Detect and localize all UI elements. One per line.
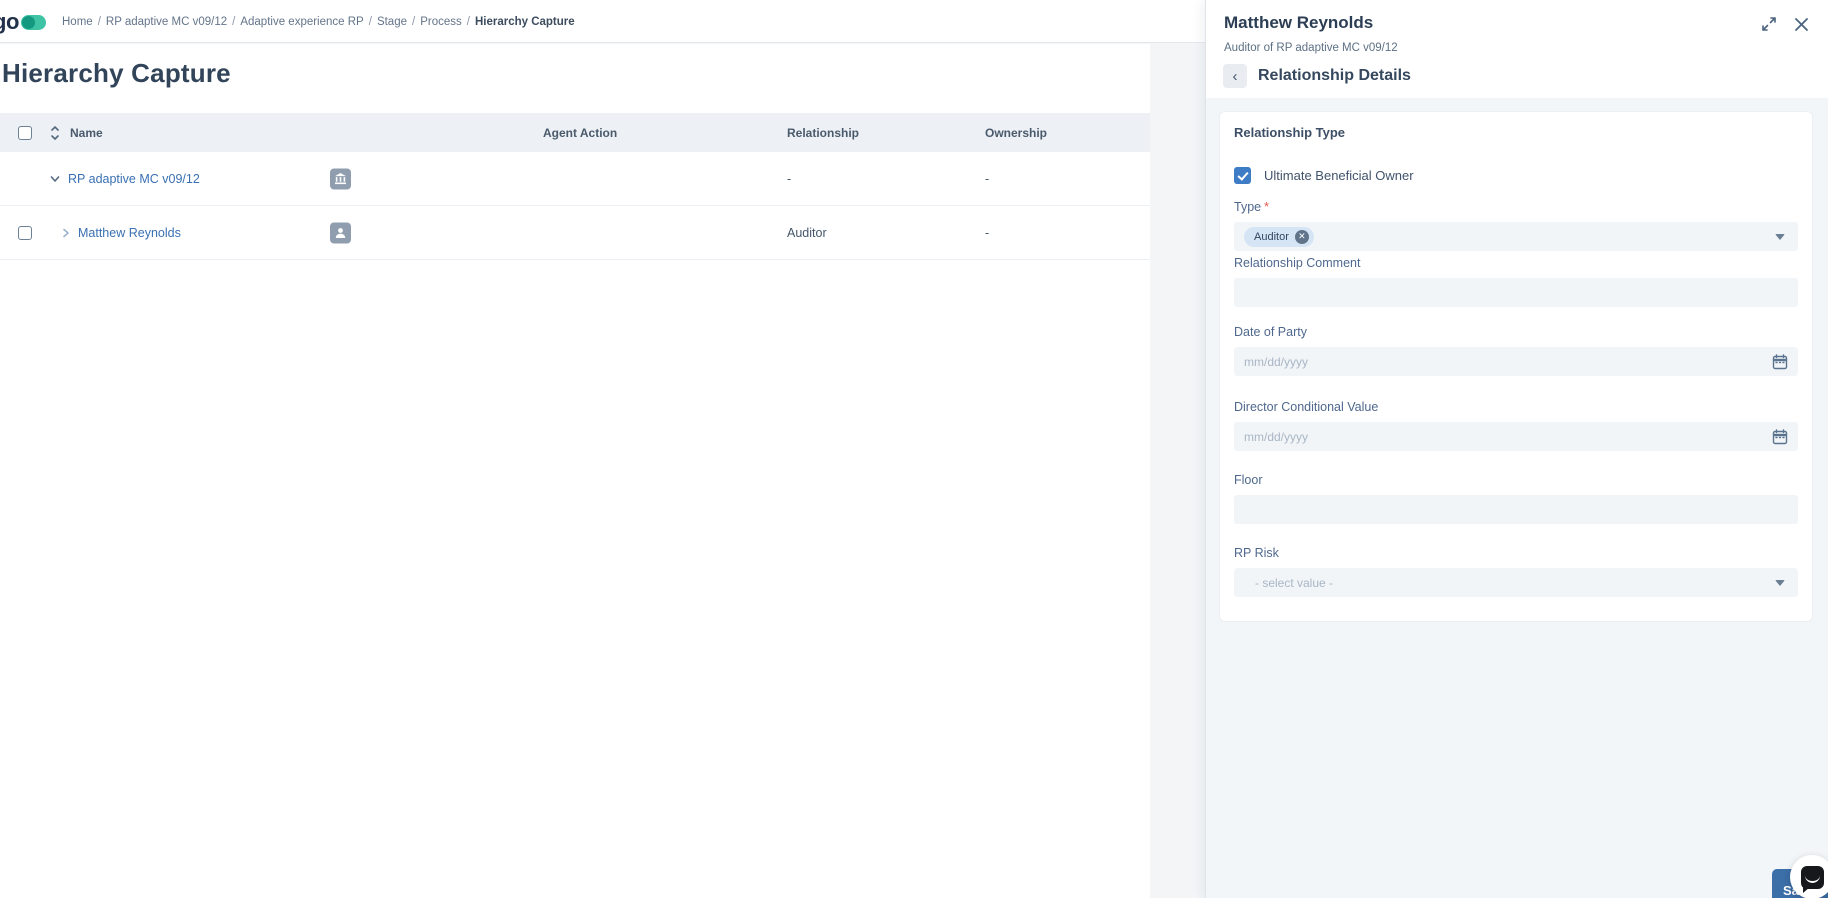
breadcrumb-item-process[interactable]: Process	[420, 16, 462, 28]
table-row-rp-adaptive: RP adaptive MC v09/12 - -	[0, 152, 1150, 206]
director-conditional-value-label: Director Conditional Value	[1234, 400, 1379, 414]
table-header-row: Name Agent Action Relationship Ownership	[0, 113, 1150, 152]
panel-subtitle: Auditor of RP adaptive MC v09/12	[1224, 42, 1398, 54]
type-label: Type *	[1234, 200, 1269, 214]
chat-bubble-icon	[1800, 865, 1824, 893]
relationship-form-card: Relationship Type Ultimate Beneficial Ow…	[1219, 111, 1813, 622]
top-bar: go Home / RP adaptive MC v09/12 / Adaptive e…	[0, 0, 1205, 43]
chat-launcher-button[interactable]	[1790, 855, 1828, 898]
person-icon	[330, 222, 351, 243]
relationship-value: Auditor	[787, 225, 827, 240]
logo-text: go	[0, 9, 19, 34]
calendar-icon[interactable]	[1772, 428, 1788, 445]
row-checkbox[interactable]	[18, 225, 32, 240]
breadcrumb-separator: /	[97, 15, 101, 28]
page-title: Hierarchy Capture	[2, 58, 231, 88]
entity-link-rp-adaptive[interactable]: RP adaptive MC v09/12	[68, 172, 200, 186]
app-logo[interactable]: go	[0, 9, 46, 35]
breadcrumb-item-rp[interactable]: RP adaptive MC v09/12	[106, 16, 227, 28]
ownership-value: -	[985, 171, 990, 186]
column-header-ownership: Ownership	[985, 125, 1048, 140]
relationship-comment-label: Relationship Comment	[1234, 256, 1361, 270]
breadcrumb-separator: /	[368, 15, 372, 28]
chevron-down-icon	[1775, 579, 1785, 586]
ownership-value: -	[985, 225, 990, 240]
floor-label: Floor	[1234, 473, 1263, 487]
entity-link-matthew-reynolds[interactable]: Matthew Reynolds	[78, 226, 181, 240]
type-select[interactable]: Auditor ✕	[1234, 222, 1798, 251]
breadcrumb-item-stage[interactable]: Stage	[377, 16, 407, 28]
details-side-panel: Matthew Reynolds Auditor of RP adaptive …	[1205, 0, 1828, 898]
breadcrumb-separator: /	[232, 15, 236, 28]
required-asterisk: *	[1264, 200, 1269, 214]
breadcrumb-item-adaptive[interactable]: Adaptive experience RP	[240, 16, 363, 28]
bank-icon	[330, 168, 351, 189]
chevron-down-icon[interactable]	[49, 173, 61, 185]
rp-risk-label: RP Risk	[1234, 546, 1279, 560]
chip-remove-icon[interactable]: ✕	[1294, 229, 1309, 244]
panel-body: Relationship Type Ultimate Beneficial Ow…	[1206, 98, 1828, 898]
breadcrumb-separator: /	[412, 15, 416, 28]
panel-title: Matthew Reynolds	[1224, 13, 1374, 32]
close-icon[interactable]	[1792, 15, 1810, 33]
select-all-checkbox[interactable]	[18, 125, 32, 140]
section-title: Relationship Details	[1258, 67, 1411, 84]
ubo-checkbox[interactable]	[1234, 167, 1251, 184]
breadcrumb-item-home[interactable]: Home	[62, 16, 93, 28]
column-header-relationship: Relationship	[787, 125, 860, 140]
logo-toggle-icon	[20, 14, 46, 30]
breadcrumb-separator: /	[466, 15, 470, 28]
table-row-matthew-reynolds: Matthew Reynolds Auditor -	[0, 206, 1150, 260]
type-chip-label: Auditor	[1254, 230, 1289, 243]
back-button[interactable]: ‹	[1223, 64, 1247, 88]
breadcrumb: Home / RP adaptive MC v09/12 / Adaptive expe…	[62, 0, 575, 43]
ubo-label: Ultimate Beneficial Owner	[1264, 168, 1414, 183]
breadcrumb-item-current: Hierarchy Capture	[474, 15, 575, 28]
floor-input[interactable]	[1234, 495, 1798, 524]
director-conditional-value-input[interactable]	[1234, 422, 1798, 451]
panel-header: Matthew Reynolds Auditor of RP adaptive …	[1206, 0, 1828, 98]
relationship-type-label: Relationship Type	[1234, 125, 1345, 140]
type-chip: Auditor ✕	[1244, 226, 1314, 247]
expand-panel-icon[interactable]	[1760, 15, 1778, 33]
column-header-name: Name	[70, 125, 103, 140]
chevron-down-icon	[1775, 233, 1785, 240]
column-header-agent-action: Agent Action	[543, 125, 618, 140]
hierarchy-table: Name Agent Action Relationship Ownership…	[0, 113, 1150, 260]
date-of-party-input[interactable]	[1234, 347, 1798, 376]
relationship-value: -	[787, 171, 792, 186]
calendar-icon[interactable]	[1772, 353, 1788, 370]
main-content: Hierarchy Capture Name Agent Action Rela…	[0, 44, 1150, 898]
sort-icon[interactable]	[49, 125, 61, 141]
relationship-comment-input[interactable]	[1234, 278, 1798, 307]
date-of-party-label: Date of Party	[1234, 325, 1307, 339]
rp-risk-select[interactable]	[1234, 568, 1798, 597]
chevron-right-icon[interactable]	[60, 227, 72, 239]
